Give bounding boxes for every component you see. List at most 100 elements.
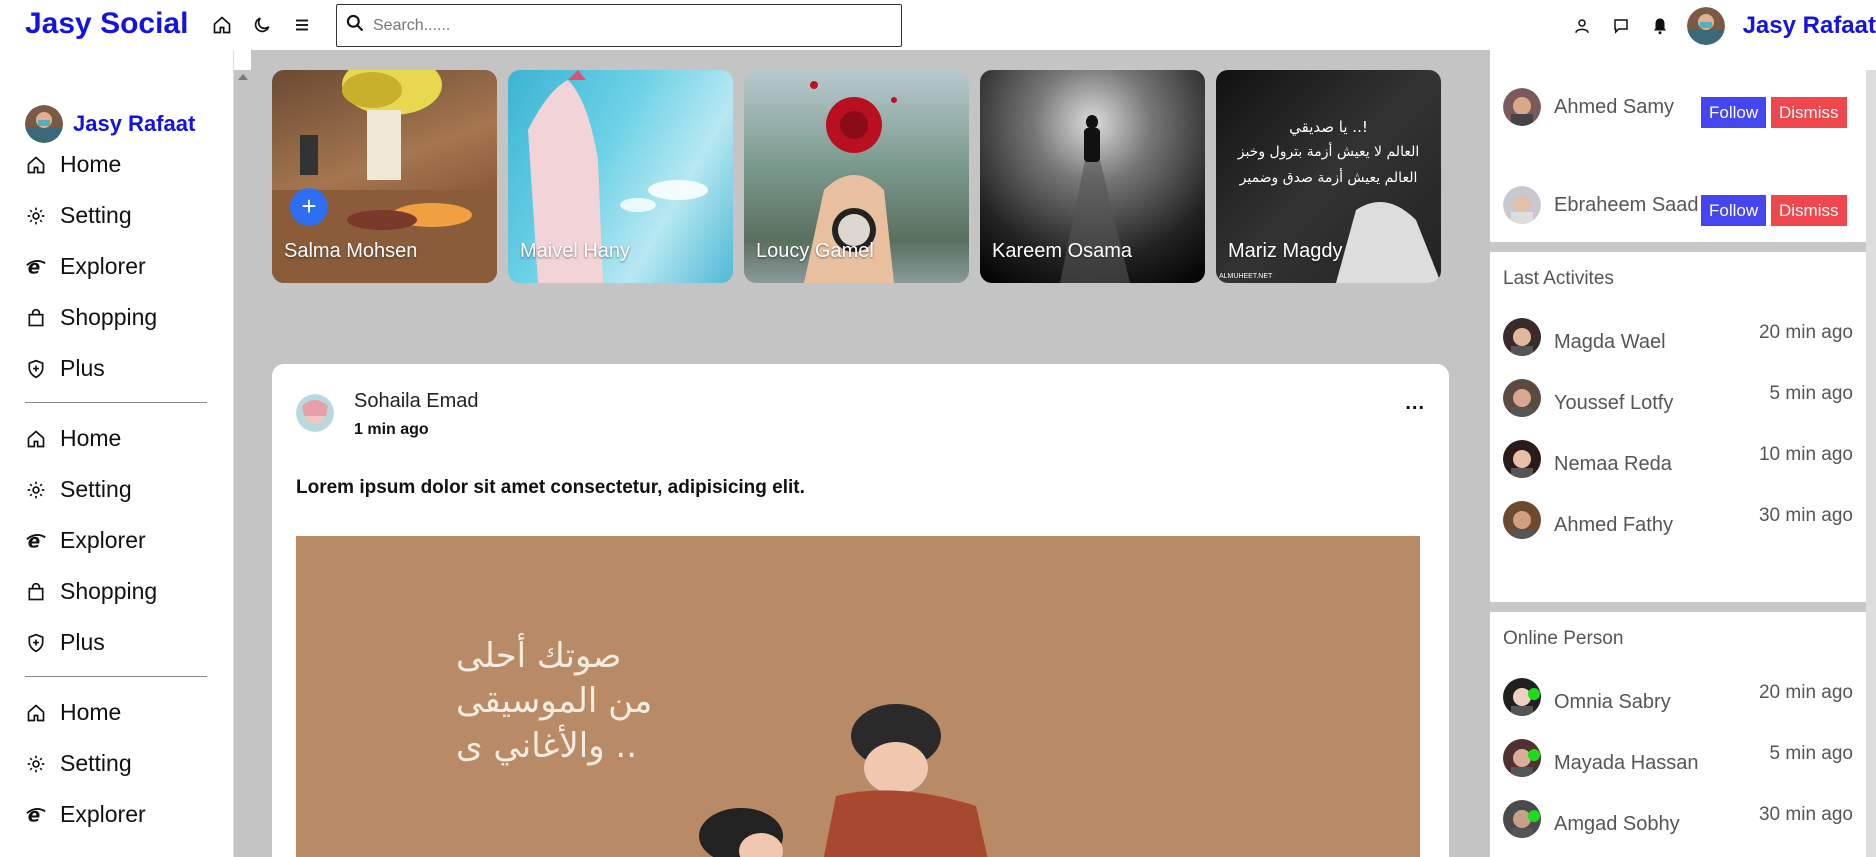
follow-button[interactable]: Follow (1701, 195, 1767, 226)
sidebar-item-label: Explorer (60, 527, 146, 553)
post-header: Sohaila Emad 1 min ago (296, 390, 479, 439)
sidebar-item-label: Setting (60, 750, 132, 776)
suggestion-name[interactable]: Ebraheem Saad (1554, 194, 1699, 217)
shield-icon (25, 632, 47, 654)
scroll-up-arrow-icon[interactable] (238, 74, 248, 80)
sidebar-profile[interactable]: Jasy Rafaat (25, 105, 195, 143)
online-person-time: 5 min ago (1769, 743, 1853, 764)
sidebar-item-setting[interactable]: Setting (25, 738, 207, 789)
story-card[interactable]: Loucy Gamel (744, 70, 969, 283)
online-person-row[interactable]: Amgad Sobhy 30 min ago (1503, 794, 1853, 844)
sidebar-item-setting[interactable]: Setting (25, 464, 207, 515)
sidebar-item-setting[interactable]: Setting (25, 190, 207, 241)
online-person-row[interactable]: Mayada Hassan 5 min ago (1503, 733, 1853, 783)
activity-row[interactable]: Ahmed Fathy 30 min ago (1503, 495, 1853, 545)
story-card[interactable]: Kareem Osama (980, 70, 1205, 283)
story-card[interactable]: Maivel Hany (508, 70, 733, 283)
sidebar-item-label: Explorer (60, 253, 146, 279)
panel-title: Last Activites (1503, 268, 1614, 289)
online-person-name: Amgad Sobhy (1554, 812, 1680, 835)
user-icon[interactable] (1570, 14, 1594, 38)
avatar[interactable] (1503, 379, 1541, 417)
story-name: Loucy Gamel (756, 240, 874, 262)
avatar[interactable] (1503, 739, 1541, 777)
activity-row[interactable]: Youssef Lotfy 5 min ago (1503, 373, 1853, 423)
feed-scrollbar[interactable] (234, 70, 251, 857)
activity-name: Nemaa Reda (1554, 452, 1672, 475)
sidebar-item-label: Home (60, 151, 122, 177)
explorer-icon: e (25, 256, 47, 278)
nav-divider (25, 676, 207, 677)
online-person-name: Mayada Hassan (1554, 751, 1699, 774)
story-card[interactable]: يا صديقي ..! العالم لا يعيش أزمة بترول و… (1216, 70, 1441, 283)
sidebar-nav: Home Setting e Explorer Shopping Plus Home Sett… (25, 139, 207, 840)
sidebar-item-label: Setting (60, 476, 132, 502)
main-feed: + Salma Mohsen Maivel Hany Loucy Gamel K… (251, 50, 1490, 857)
gear-icon (25, 479, 47, 501)
post-card: Sohaila Emad 1 min ago ... Lorem ipsum d… (272, 364, 1449, 857)
online-status-dot (1528, 749, 1540, 761)
brand-logo[interactable]: Jasy Social (25, 7, 188, 41)
sidebar-item-home[interactable]: Home (25, 413, 207, 464)
search-box[interactable] (336, 4, 902, 47)
follow-button[interactable]: Follow (1701, 97, 1767, 128)
post-time: 1 min ago (354, 421, 429, 438)
activity-row[interactable]: Nemaa Reda 10 min ago (1503, 434, 1853, 484)
avatar[interactable] (1503, 501, 1541, 539)
sidebar-item-explorer[interactable]: e Explorer (25, 241, 207, 292)
more-options-icon[interactable]: ... (1405, 392, 1425, 415)
avatar[interactable] (1503, 318, 1541, 356)
post-image[interactable]: صوتك أحلى من الموسيقى والأغاني ى .. (296, 536, 1420, 857)
chat-icon[interactable] (1609, 14, 1633, 38)
online-person-time: 30 min ago (1758, 804, 1853, 825)
sidebar-item-explorer[interactable]: e Explorer (25, 789, 207, 840)
sidebar-item-plus[interactable]: Plus (25, 343, 207, 394)
bag-icon (25, 581, 47, 603)
sidebar-item-label: Explorer (60, 801, 146, 827)
add-story-button[interactable]: + (290, 188, 328, 226)
sidebar-item-label: Plus (60, 355, 105, 381)
avatar[interactable] (1503, 800, 1541, 838)
sidebar-item-plus[interactable]: Plus (25, 617, 207, 668)
avatar[interactable] (296, 394, 334, 432)
sidebar-item-shopping[interactable]: Shopping (25, 566, 207, 617)
right-scrollbar[interactable] (1866, 70, 1876, 857)
activity-row[interactable]: Magda Wael 20 min ago (1503, 312, 1853, 362)
nav-divider (25, 402, 207, 403)
story-quote-line: العالم لا يعيش أزمة بترول وخبز (1237, 144, 1420, 160)
home-icon (25, 702, 47, 724)
header-user-name[interactable]: Jasy Rafaat (1743, 12, 1876, 40)
home-icon[interactable] (210, 12, 234, 38)
top-bar: Jasy Social Jasy Rafaat (0, 0, 1876, 50)
sidebar-item-shopping[interactable]: Shopping (25, 292, 207, 343)
sidebar-item-label: Home (60, 699, 122, 725)
panel-divider (1490, 242, 1866, 252)
suggestion-name[interactable]: Ahmed Samy (1554, 96, 1674, 119)
sidebar-item-explorer[interactable]: e Explorer (25, 515, 207, 566)
sidebar-user-name: Jasy Rafaat (73, 111, 196, 136)
post-author[interactable]: Sohaila Emad (354, 390, 479, 413)
activity-time: 10 min ago (1758, 444, 1853, 465)
avatar[interactable] (1503, 440, 1541, 478)
dismiss-button[interactable]: Dismiss (1771, 195, 1847, 226)
search-input[interactable] (373, 16, 893, 35)
bell-icon[interactable] (1648, 14, 1672, 38)
avatar[interactable] (1503, 88, 1541, 126)
dismiss-button[interactable]: Dismiss (1771, 97, 1847, 128)
activity-time: 20 min ago (1758, 322, 1853, 343)
menu-icon[interactable] (290, 12, 314, 38)
story-watermark: ALMUHEET.NET (1219, 273, 1273, 280)
avatar (25, 105, 63, 143)
sidebar-item-label: Setting (60, 202, 132, 228)
online-person-row[interactable]: Omnia Sabry 20 min ago (1503, 672, 1853, 722)
story-quote-line: يا صديقي ..! (1289, 118, 1368, 136)
bag-icon (25, 307, 47, 329)
avatar[interactable] (1503, 186, 1541, 224)
sidebar-item-label: Shopping (60, 304, 158, 330)
avatar[interactable] (1686, 7, 1725, 45)
moon-icon[interactable] (250, 12, 274, 38)
story-card[interactable]: + Salma Mohsen (272, 70, 497, 283)
sidebar-item-home[interactable]: Home (25, 139, 207, 190)
avatar[interactable] (1503, 678, 1541, 716)
sidebar-item-home[interactable]: Home (25, 687, 207, 738)
